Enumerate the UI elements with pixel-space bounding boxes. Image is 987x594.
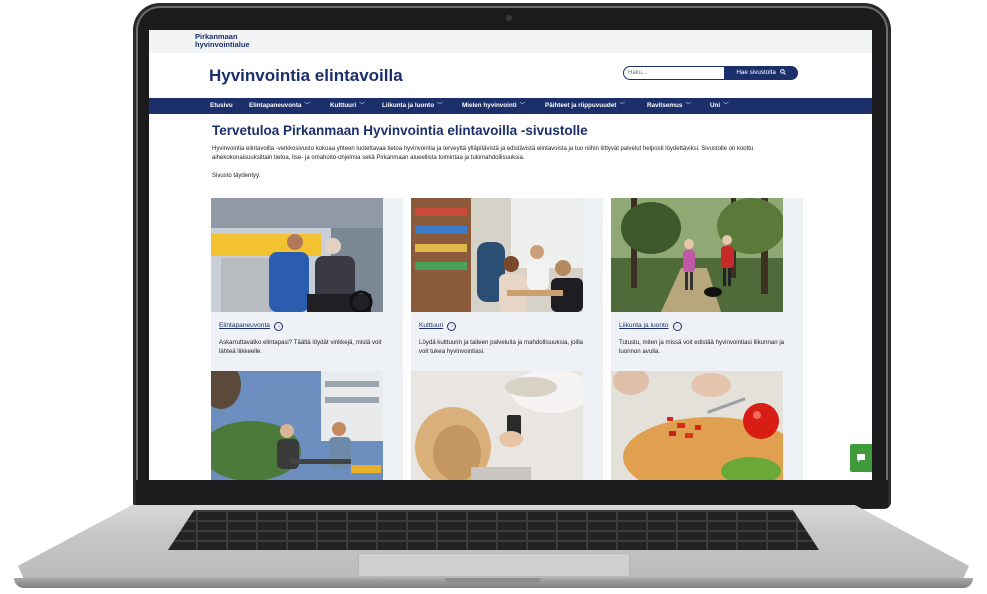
nav-item-label: Ravitsemus (647, 102, 683, 109)
site-title[interactable]: Hyvinvointia elintavoilla (209, 66, 403, 86)
nav-item-uni[interactable]: Uni ﹀ (710, 98, 729, 114)
arrow-right-circle-icon: → (447, 322, 457, 331)
nav-item-ravitsemus[interactable]: Ravitsemus ﹀ (647, 98, 691, 114)
search-input[interactable]: Haku... (623, 66, 724, 80)
card-image-outdoor-cafe (211, 371, 383, 480)
laptop-keyboard (168, 510, 819, 550)
chat-icon (857, 454, 865, 462)
nav-item-label: Uni (710, 102, 721, 109)
nav-item-kulttuuri[interactable]: Kulttuuri ﹀ (330, 98, 365, 114)
chevron-down-icon: ﹀ (519, 103, 526, 109)
card-paihteet[interactable] (411, 371, 603, 480)
organization-logo[interactable]: Pirkanmaan hyvinvointialue (195, 33, 250, 49)
nav-item-label: Etusivu (210, 102, 233, 109)
arrow-right-circle-icon: → (273, 322, 283, 331)
card-description: Askarruttavatko elintapasi? Täältä löydä… (219, 339, 382, 355)
arrow-right-circle-icon: → (672, 322, 682, 331)
chevron-down-icon: ﹀ (437, 103, 443, 109)
nav-item-paihteet[interactable]: Päihteet ja riippuvuudet ﹀ (545, 98, 625, 114)
nav-item-etusivu[interactable]: Etusivu (210, 98, 233, 114)
card-elintapaneuvonta[interactable]: Elintapaneuvonta → Askarruttavatko elinta… (211, 198, 403, 374)
card-image-phone-bed (411, 371, 583, 480)
chevron-down-icon: ﹀ (723, 103, 729, 109)
card-image-counseling (211, 198, 383, 312)
org-logo-line2: hyvinvointialue (195, 40, 250, 49)
main-navigation: Etusivu Elintapaneuvonta ﹀ Kulttuuri ﹀ Lii… (149, 98, 872, 114)
card-link[interactable]: Elintapaneuvonta → (219, 322, 283, 331)
card-link[interactable]: Kulttuuri → (419, 322, 457, 331)
nav-item-elintapaneuvonta[interactable]: Elintapaneuvonta ﹀ (249, 98, 310, 114)
webcam (506, 15, 512, 21)
card-ravitsemus[interactable] (611, 371, 803, 480)
laptop-trackpad (358, 553, 630, 577)
nav-item-liikunta[interactable]: Liikunta ja luonto ﹀ (382, 98, 443, 114)
page-title: Tervetuloa Pirkanmaan Hyvinvointia elint… (212, 123, 588, 138)
card-image-forest-walk (611, 198, 783, 312)
card-link[interactable]: Liikunta ja luonto → (619, 322, 682, 331)
search-button[interactable]: Hae sivustolta (724, 66, 798, 80)
laptop-screen: Pirkanmaan hyvinvointialue Hyvinvointia … (149, 30, 872, 480)
chevron-down-icon: ﹀ (304, 103, 310, 109)
card-image-library (411, 198, 583, 312)
card-mielen-hyvinvointi[interactable] (211, 371, 403, 480)
search-button-label: Hae sivustolta (736, 69, 776, 76)
chevron-down-icon: ﹀ (359, 103, 365, 109)
status-note: Sivusto täydentyy. (212, 173, 261, 179)
card-image-cooking (611, 371, 783, 480)
chevron-down-icon: ﹀ (685, 103, 691, 109)
nav-item-label: Päihteet ja riippuvuudet (545, 102, 617, 109)
card-description: Tutustu, miten ja missä voit edistää hyv… (619, 339, 785, 355)
card-kulttuuri[interactable]: Kulttuuri → Löydä kulttuurin ja taiteen p… (411, 198, 603, 374)
card-description: Löydä kulttuurin ja taiteen palveluita j… (419, 339, 583, 355)
feedback-button[interactable] (850, 444, 872, 472)
intro-paragraph: Hyvinvointia elintavoilla -verkkosivusto… (212, 146, 754, 161)
nav-item-label: Mielen hyvinvointi (462, 102, 517, 109)
nav-item-label: Elintapaneuvonta (249, 102, 302, 109)
card-link-label: Kulttuuri (419, 322, 444, 329)
card-link-label: Liikunta ja luonto (619, 322, 669, 329)
card-link-label: Elintapaneuvonta (219, 322, 270, 329)
laptop-notch (445, 578, 541, 583)
search-icon (779, 68, 786, 75)
top-bar: Pirkanmaan hyvinvointialue (149, 30, 872, 53)
nav-item-mielen-hyvinvointi[interactable]: Mielen hyvinvointi ﹀ (462, 98, 525, 114)
nav-item-label: Liikunta ja luonto (382, 102, 435, 109)
chevron-down-icon: ﹀ (619, 103, 625, 109)
card-liikunta-ja-luonto[interactable]: Liikunta ja luonto → Tutustu, miten ja mi… (611, 198, 803, 374)
nav-item-label: Kulttuuri (330, 102, 357, 109)
laptop-bezel-bottom (136, 480, 888, 508)
